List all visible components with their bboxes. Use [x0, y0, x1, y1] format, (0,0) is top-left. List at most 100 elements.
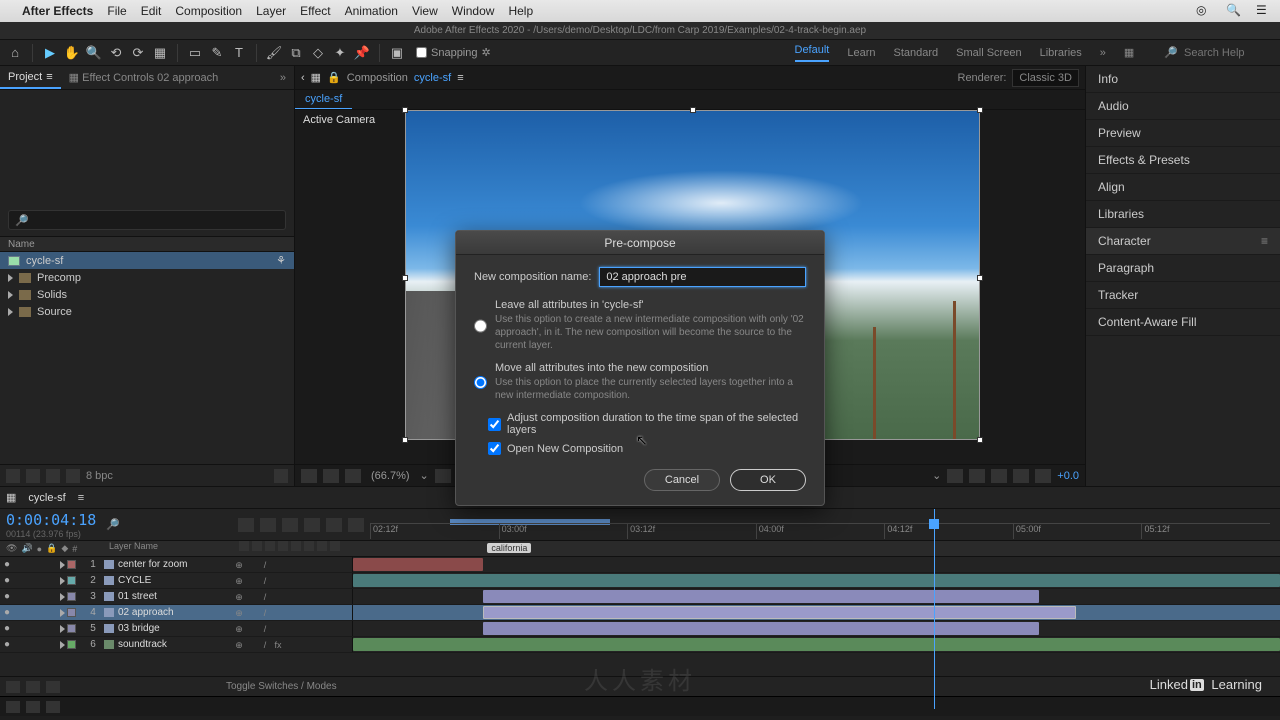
eraser-tool-icon[interactable]: ◇: [309, 44, 327, 62]
panel-paragraph[interactable]: Paragraph: [1086, 255, 1280, 282]
visibility-toggle[interactable]: ●: [0, 559, 14, 570]
leave-attrs-radio[interactable]: [474, 300, 487, 352]
home-icon[interactable]: ⌂: [6, 44, 24, 62]
comp-name-input[interactable]: [599, 267, 806, 287]
menu-file[interactable]: File: [107, 4, 126, 18]
timeline-search-icon[interactable]: 🔎: [106, 518, 120, 531]
disclosure-icon[interactable]: [60, 577, 65, 585]
visibility-toggle[interactable]: ●: [0, 639, 14, 650]
cc-icon[interactable]: ◎: [1196, 3, 1212, 19]
layer-row[interactable]: ●402 approach⊕/: [0, 605, 1280, 621]
label-col-icon[interactable]: ◆: [61, 543, 68, 554]
eye-col-icon[interactable]: 👁: [6, 543, 17, 554]
tabs-overflow-icon[interactable]: »: [272, 72, 294, 84]
timeline-tab[interactable]: cycle-sf: [22, 490, 71, 506]
local-axis-icon[interactable]: ▣: [388, 44, 406, 62]
menu-effect[interactable]: Effect: [300, 4, 330, 18]
panel-character[interactable]: Character ≡: [1086, 228, 1280, 255]
effect-controls-tab[interactable]: ▦ Effect Controls 02 approach: [61, 71, 227, 84]
search-help-input[interactable]: [1184, 47, 1274, 59]
open-new-comp-checkbox[interactable]: [488, 442, 501, 455]
exposure-value[interactable]: +0.0: [1057, 470, 1079, 482]
new-folder-icon[interactable]: [26, 469, 40, 483]
shy-icon[interactable]: [260, 518, 276, 532]
visibility-toggle[interactable]: ●: [0, 607, 14, 618]
panel-content-aware-fill[interactable]: Content-Aware Fill: [1086, 309, 1280, 336]
layer-row[interactable]: ●301 street⊕/: [0, 589, 1280, 605]
panel-tracker[interactable]: Tracker: [1086, 282, 1280, 309]
disclosure-icon[interactable]: [8, 274, 13, 282]
panel-audio[interactable]: Audio: [1086, 93, 1280, 120]
screen-icon[interactable]: [323, 469, 339, 483]
zoom-tool-icon[interactable]: 🔍: [85, 44, 103, 62]
disclosure-icon[interactable]: [60, 593, 65, 601]
selection-tool-icon[interactable]: ▶: [41, 44, 59, 62]
text-tool-icon[interactable]: T: [230, 44, 248, 62]
comp-tab-name[interactable]: cycle-sf: [414, 72, 451, 84]
lock-col-icon[interactable]: 🔒: [46, 543, 57, 554]
workspace-learn[interactable]: Learn: [847, 47, 875, 59]
interpret-icon[interactable]: [6, 469, 20, 483]
alpha-icon[interactable]: [301, 469, 317, 483]
new-comp-icon[interactable]: [46, 469, 60, 483]
label-color[interactable]: [67, 576, 76, 585]
camera-tool-icon[interactable]: ▦: [151, 44, 169, 62]
comp-mini-icon[interactable]: [238, 518, 254, 532]
menu-view[interactable]: View: [412, 4, 438, 18]
panel-menu-icon[interactable]: ≡: [46, 71, 52, 83]
label-color[interactable]: [67, 560, 76, 569]
motion-blur-icon[interactable]: [304, 518, 320, 532]
panel-align[interactable]: Align: [1086, 174, 1280, 201]
panel-menu-icon[interactable]: ≡: [1261, 234, 1268, 248]
project-item-source[interactable]: Source: [0, 303, 294, 320]
layer-bar[interactable]: [483, 590, 1039, 603]
switch-col-icon[interactable]: [317, 541, 327, 551]
workspace-overflow-icon[interactable]: »: [1100, 47, 1106, 59]
transform-handle[interactable]: [402, 275, 408, 281]
timecode[interactable]: 0:00:04:18: [6, 511, 96, 529]
label-color[interactable]: [67, 624, 76, 633]
layer-track[interactable]: [352, 589, 1280, 604]
label-color[interactable]: [67, 608, 76, 617]
res-icon[interactable]: [435, 469, 451, 483]
move-attrs-radio[interactable]: [474, 363, 487, 402]
layer-name[interactable]: center for zoom: [102, 559, 230, 570]
flowchart-icon[interactable]: ⚘: [276, 254, 286, 267]
layer-track[interactable]: [352, 605, 1280, 620]
guides-icon[interactable]: [969, 469, 985, 483]
visibility-toggle[interactable]: ●: [0, 591, 14, 602]
rotate-tool-icon[interactable]: ⟳: [129, 44, 147, 62]
graph-icon[interactable]: [326, 518, 342, 532]
project-item-cycle-sf[interactable]: cycle-sf ⚘: [0, 252, 294, 269]
panel-preview[interactable]: Preview: [1086, 120, 1280, 147]
visibility-toggle[interactable]: ●: [0, 623, 14, 634]
brush-tool-icon[interactable]: 🖌: [265, 44, 283, 62]
menu-layer[interactable]: Layer: [256, 4, 286, 18]
transform-handle[interactable]: [690, 107, 696, 113]
bpc-label[interactable]: 8 bpc: [86, 470, 113, 482]
disclosure-icon[interactable]: [60, 561, 65, 569]
tl-frame-icon[interactable]: [46, 681, 60, 693]
workspace-default[interactable]: Default: [795, 44, 830, 62]
snapping-toggle[interactable]: Snapping ✲: [416, 46, 491, 59]
layer-row[interactable]: ●6soundtrack⊕/fx: [0, 637, 1280, 653]
panel-info[interactable]: Info: [1086, 66, 1280, 93]
switch-col-icon[interactable]: [252, 541, 262, 551]
label-color[interactable]: [67, 592, 76, 601]
transform-handle[interactable]: [977, 275, 983, 281]
layer-row[interactable]: ●2CYCLE⊕/: [0, 573, 1280, 589]
panel-menu-icon[interactable]: ≡: [78, 492, 84, 504]
toggle-switches[interactable]: Toggle Switches / Modes: [226, 681, 337, 692]
foot-icon[interactable]: [26, 701, 40, 713]
audio-col-icon[interactable]: 🔊: [21, 543, 32, 554]
zoom-dropdown[interactable]: (66.7%): [367, 470, 414, 482]
switch-col-icon[interactable]: [304, 541, 314, 551]
label-color[interactable]: [67, 640, 76, 649]
comp-back-icon[interactable]: ‹: [301, 72, 305, 84]
active-camera-label[interactable]: Active Camera: [303, 114, 375, 126]
tl-zoom-in-icon[interactable]: [6, 681, 20, 693]
layer-track[interactable]: california: [352, 557, 1280, 572]
draft3d-icon[interactable]: [348, 518, 364, 532]
solo-col-icon[interactable]: ●: [37, 544, 42, 554]
camera-icon[interactable]: [1013, 469, 1029, 483]
